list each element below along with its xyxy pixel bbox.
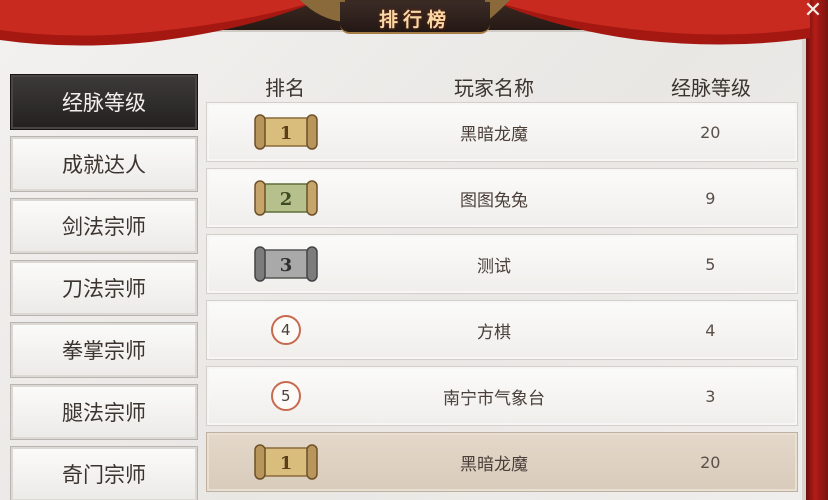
tab-exotic-master[interactable]: 奇门宗师 (10, 446, 198, 500)
player-name: 方棋 (477, 322, 512, 343)
header-rank: 排名 (265, 75, 305, 100)
tab-label: 拳掌宗师 (62, 339, 146, 363)
rank-number: 1 (279, 123, 292, 144)
player-name: 图图兔兔 (460, 190, 529, 211)
ranking-table: 排名 玩家名称 经脉等级 1 黑暗龙魔 20 2 图图兔兔 9 3 测试 5 4… (206, 70, 798, 498)
player-level: 3 (705, 386, 716, 406)
table-row[interactable]: 5 南宁市气象台 3 (206, 366, 798, 426)
tab-label: 剑法宗师 (62, 215, 146, 239)
table-row[interactable]: 4 方棋 4 (206, 300, 798, 360)
tab-label: 刀法宗师 (62, 277, 146, 301)
page-title: 排行榜 (378, 9, 451, 31)
tab-label: 奇门宗师 (62, 463, 146, 487)
player-name: 黑暗龙魔 (460, 124, 529, 145)
header-player-name: 玩家名称 (454, 75, 534, 100)
tab-label: 腿法宗师 (62, 401, 146, 425)
table-row[interactable]: 2 图图兔兔 9 (206, 168, 798, 228)
right-curtain (806, 0, 828, 500)
gold-scroll-icon: 1 (253, 114, 318, 150)
tab-fist-master[interactable]: 拳掌宗师 (10, 322, 198, 378)
silver-scroll-icon: 3 (253, 246, 318, 282)
rank-number: 3 (279, 255, 292, 276)
player-level: 4 (705, 320, 716, 340)
player-level: 5 (705, 254, 716, 274)
self-rank-row[interactable]: 1 黑暗龙魔 20 (206, 432, 798, 492)
tab-blade-master[interactable]: 刀法宗师 (10, 260, 198, 316)
player-name: 测试 (477, 256, 512, 277)
gold-scroll-icon: 1 (253, 444, 318, 480)
rank-circle-icon: 4 (270, 315, 301, 345)
player-level: 9 (705, 188, 716, 208)
green-scroll-icon: 2 (253, 180, 318, 216)
header-meridian-level: 经脉等级 (671, 75, 751, 100)
tab-achievement[interactable]: 成就达人 (10, 136, 198, 192)
category-sidebar: 经脉等级 成就达人 剑法宗师 刀法宗师 拳掌宗师 腿法宗师 奇门宗师 (10, 74, 198, 500)
tab-label: 经脉等级 (62, 91, 146, 115)
rank-circle-icon: 5 (270, 381, 301, 411)
table-row[interactable]: 1 黑暗龙魔 20 (206, 102, 798, 162)
close-icon[interactable]: ✕ (802, 0, 824, 22)
player-level: 20 (700, 122, 721, 142)
tab-sword-master[interactable]: 剑法宗师 (10, 198, 198, 254)
table-row[interactable]: 3 测试 5 (206, 234, 798, 294)
player-name: 黑暗龙魔 (460, 454, 529, 475)
tab-meridian-level[interactable]: 经脉等级 (10, 74, 198, 130)
player-level: 20 (700, 452, 721, 472)
table-header: 排名 玩家名称 经脉等级 (206, 70, 798, 102)
tab-label: 成就达人 (62, 153, 146, 177)
player-name: 南宁市气象台 (443, 388, 546, 409)
rank-number: 1 (279, 453, 292, 474)
rank-number: 2 (279, 189, 292, 210)
tab-kick-master[interactable]: 腿法宗师 (10, 384, 198, 440)
